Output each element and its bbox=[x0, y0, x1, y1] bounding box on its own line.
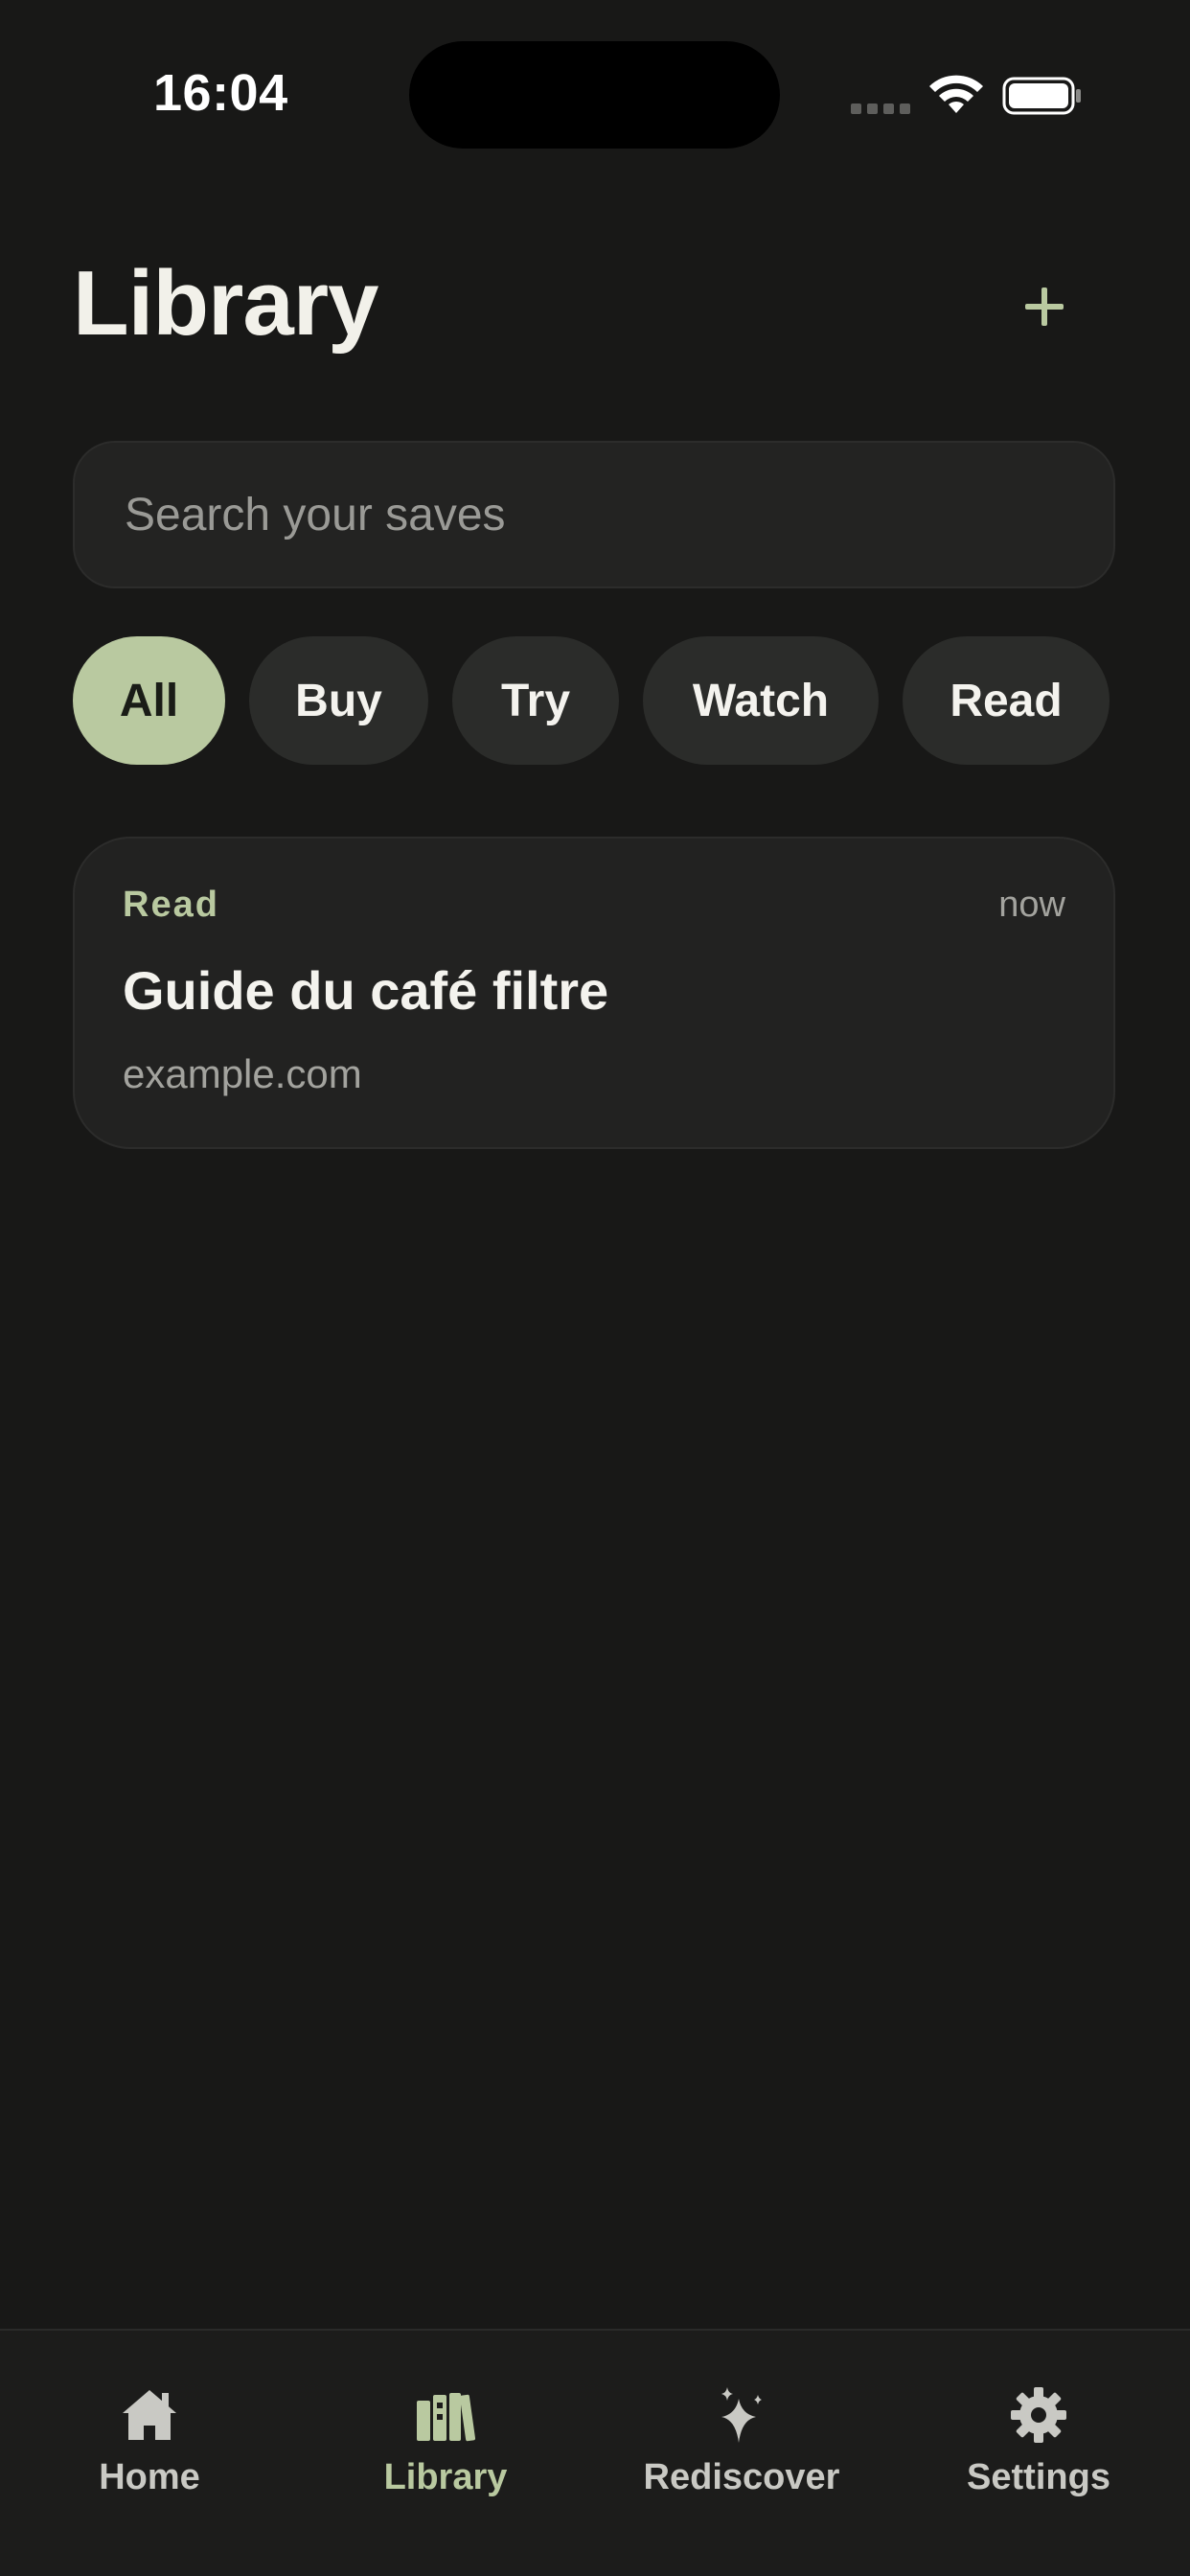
item-title: Guide du café filtre bbox=[123, 960, 609, 1021]
filter-chip-buy[interactable]: Buy bbox=[249, 636, 428, 765]
filter-chip-label: All bbox=[119, 675, 179, 726]
filter-chip-label: Try bbox=[500, 675, 571, 726]
books-icon bbox=[417, 2393, 476, 2442]
search-bar[interactable] bbox=[73, 441, 1115, 588]
saved-item-card[interactable]: Read now Guide du café filtre example.co… bbox=[73, 837, 1115, 1149]
sparkles-icon bbox=[721, 2387, 762, 2443]
tab-label: Library bbox=[383, 2457, 508, 2497]
item-timestamp: now bbox=[998, 885, 1065, 925]
home-icon bbox=[123, 2390, 176, 2440]
tab-label: Rediscover bbox=[643, 2457, 840, 2497]
search-input[interactable] bbox=[123, 487, 1113, 542]
filter-chip-all[interactable]: All bbox=[73, 636, 225, 765]
filter-chip-read[interactable]: Read bbox=[903, 636, 1110, 765]
filter-chip-label: Read bbox=[950, 675, 1063, 726]
wifi-icon bbox=[929, 75, 983, 113]
gear-icon bbox=[1011, 2387, 1066, 2443]
tab-bar: Home Library Rediscover Settings bbox=[0, 2329, 1190, 2576]
item-domain: example.com bbox=[123, 1051, 362, 1096]
tab-home[interactable]: Home bbox=[34, 2384, 264, 2498]
battery-icon bbox=[1002, 77, 1081, 115]
dynamic-island bbox=[409, 41, 780, 149]
filter-chip-label: Watch bbox=[692, 675, 830, 726]
item-category: Read bbox=[123, 885, 219, 925]
filter-chip-label: Buy bbox=[295, 675, 382, 726]
cellular-signal-icon bbox=[851, 104, 910, 114]
tab-label: Settings bbox=[967, 2457, 1110, 2497]
tab-rediscover[interactable]: Rediscover bbox=[627, 2384, 857, 2498]
status-time: 16:04 bbox=[153, 64, 288, 122]
tab-label: Home bbox=[99, 2457, 200, 2497]
filter-chip-try[interactable]: Try bbox=[452, 636, 619, 765]
tab-library[interactable]: Library bbox=[331, 2384, 561, 2498]
plus-icon bbox=[1025, 288, 1064, 326]
page-title: Library bbox=[73, 252, 378, 355]
tab-settings[interactable]: Settings bbox=[924, 2384, 1154, 2498]
filter-chip-watch[interactable]: Watch bbox=[643, 636, 879, 765]
add-button[interactable] bbox=[1016, 278, 1073, 335]
